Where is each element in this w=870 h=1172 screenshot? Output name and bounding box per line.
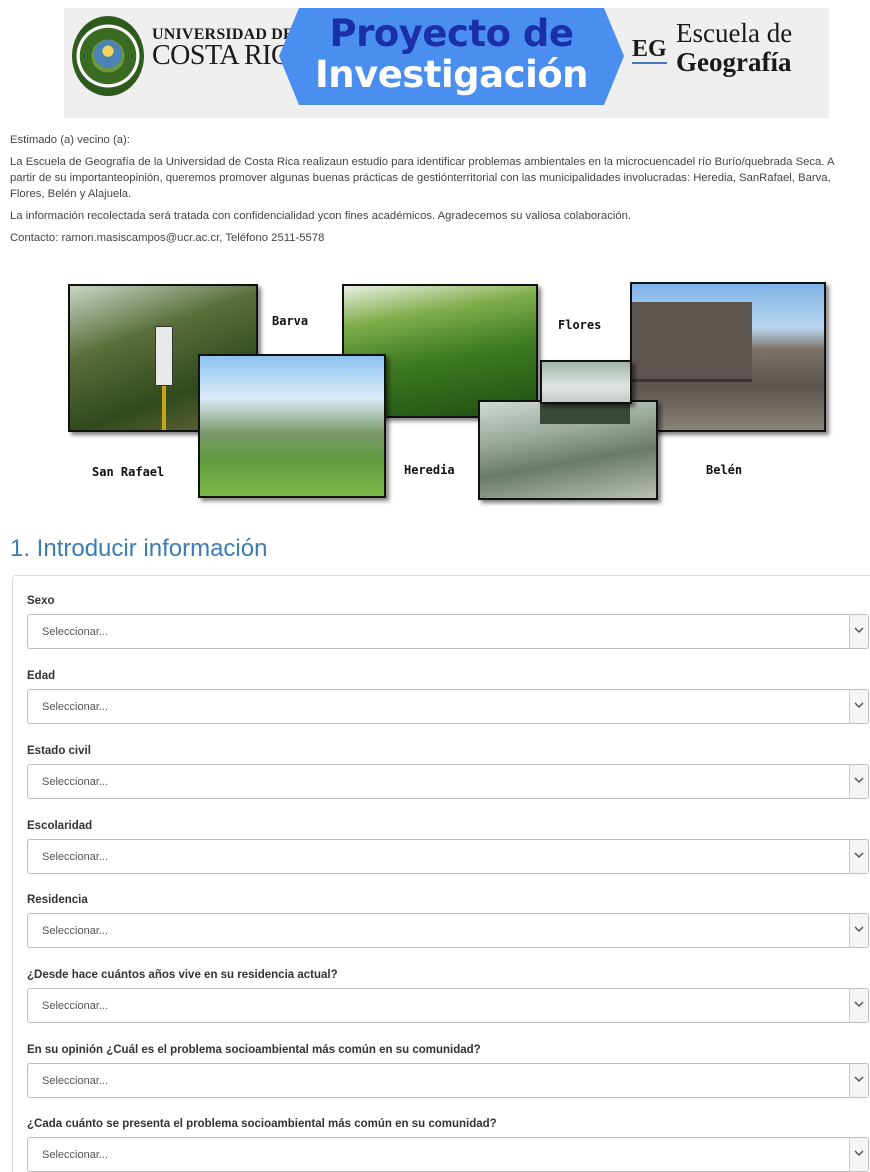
field-label: Sexo [27,595,55,607]
header-banner: UNIVERSIDAD DE COSTA RICA Proyecto de In… [64,8,829,118]
photo-san-rafael [198,354,386,498]
proyecto-badge: Proyecto de Investigación [279,8,624,105]
greeting: Estimado (a) vecino (a): [10,134,130,146]
label-san-rafael: San Rafael [92,465,165,479]
photo-flores-bridge [540,360,632,404]
escuela-line1: Escuela de [676,18,793,48]
section-title: 1. Introducir información [10,535,268,562]
eg-logo: EG [632,36,667,64]
label-flores: Flores [558,318,602,332]
field-sexo: Sexo Seleccionar... [27,594,869,649]
problema-comun-select[interactable]: Seleccionar... [27,1063,869,1098]
field-frecuencia-problema: ¿Cada cuánto se presenta el problema soc… [27,1117,869,1172]
field-anos-residencia: ¿Desde hace cuántos años vive en su resi… [27,968,869,1023]
select-value: Seleccionar... [42,776,109,788]
field-label: Escolaridad [27,820,93,832]
contact-line: Contacto: ramon.masiscampos@ucr.ac.cr, T… [10,232,325,244]
select-value: Seleccionar... [42,851,109,863]
form-panel: Sexo Seleccionar... Edad Seleccionar... … [12,575,870,1172]
chevron-down-icon[interactable] [849,1064,868,1097]
chevron-down-icon[interactable] [849,765,868,798]
field-label: ¿Cada cuánto se presenta el problema soc… [27,1118,497,1130]
proyecto-line2: Investigación [314,53,589,96]
intro-paragraph-2: La información recolectada será tratada … [10,210,632,222]
field-residencia: Residencia Seleccionar... [27,893,869,948]
escuela-wordmark: Escuela de Geografía [676,18,792,78]
field-label: Residencia [27,894,88,906]
chevron-down-icon[interactable] [849,914,868,947]
chevron-down-icon[interactable] [849,989,868,1022]
escuela-line2: Geografía [676,47,792,77]
label-barva: Barva [272,314,309,328]
chevron-down-icon[interactable] [849,840,868,873]
select-value: Seleccionar... [42,1000,109,1012]
field-problema-comun: En su opinión ¿Cuál es el problema socio… [27,1043,869,1098]
select-value: Seleccionar... [42,925,109,937]
edad-select[interactable]: Seleccionar... [27,689,869,724]
field-edad: Edad Seleccionar... [27,669,869,724]
intro-text: Estimado (a) vecino (a): La Escuela de G… [10,132,862,252]
municipalities-collage: Barva Flores San Rafael Heredia Belén [0,282,870,502]
chevron-down-icon[interactable] [849,690,868,723]
label-heredia: Heredia [404,463,455,477]
field-label: En su opinión ¿Cuál es el problema socio… [27,1044,481,1056]
ucr-seal-logo [72,16,144,96]
chevron-down-icon[interactable] [849,1138,868,1171]
anos-residencia-select[interactable]: Seleccionar... [27,988,869,1023]
photo-belen-station [630,282,826,432]
field-label: Edad [27,670,56,682]
sexo-select[interactable]: Seleccionar... [27,614,869,649]
field-escolaridad: Escolaridad Seleccionar... [27,819,869,874]
field-label: ¿Desde hace cuántos años vive en su resi… [27,969,338,981]
field-estado-civil: Estado civil Seleccionar... [27,744,869,799]
select-value: Seleccionar... [42,1075,109,1087]
intro-paragraph-1: La Escuela de Geografía de la Universida… [10,156,834,200]
chevron-down-icon[interactable] [849,615,868,648]
field-label: Estado civil [27,745,91,757]
residencia-select[interactable]: Seleccionar... [27,913,869,948]
escolaridad-select[interactable]: Seleccionar... [27,839,869,874]
select-value: Seleccionar... [42,701,109,713]
label-belen: Belén [706,463,743,477]
proyecto-line1: Proyecto de [329,12,575,55]
select-value: Seleccionar... [42,626,109,638]
select-value: Seleccionar... [42,1149,109,1161]
estado-civil-select[interactable]: Seleccionar... [27,764,869,799]
frecuencia-problema-select[interactable]: Seleccionar... [27,1137,869,1172]
photo-flores-river [478,400,658,500]
